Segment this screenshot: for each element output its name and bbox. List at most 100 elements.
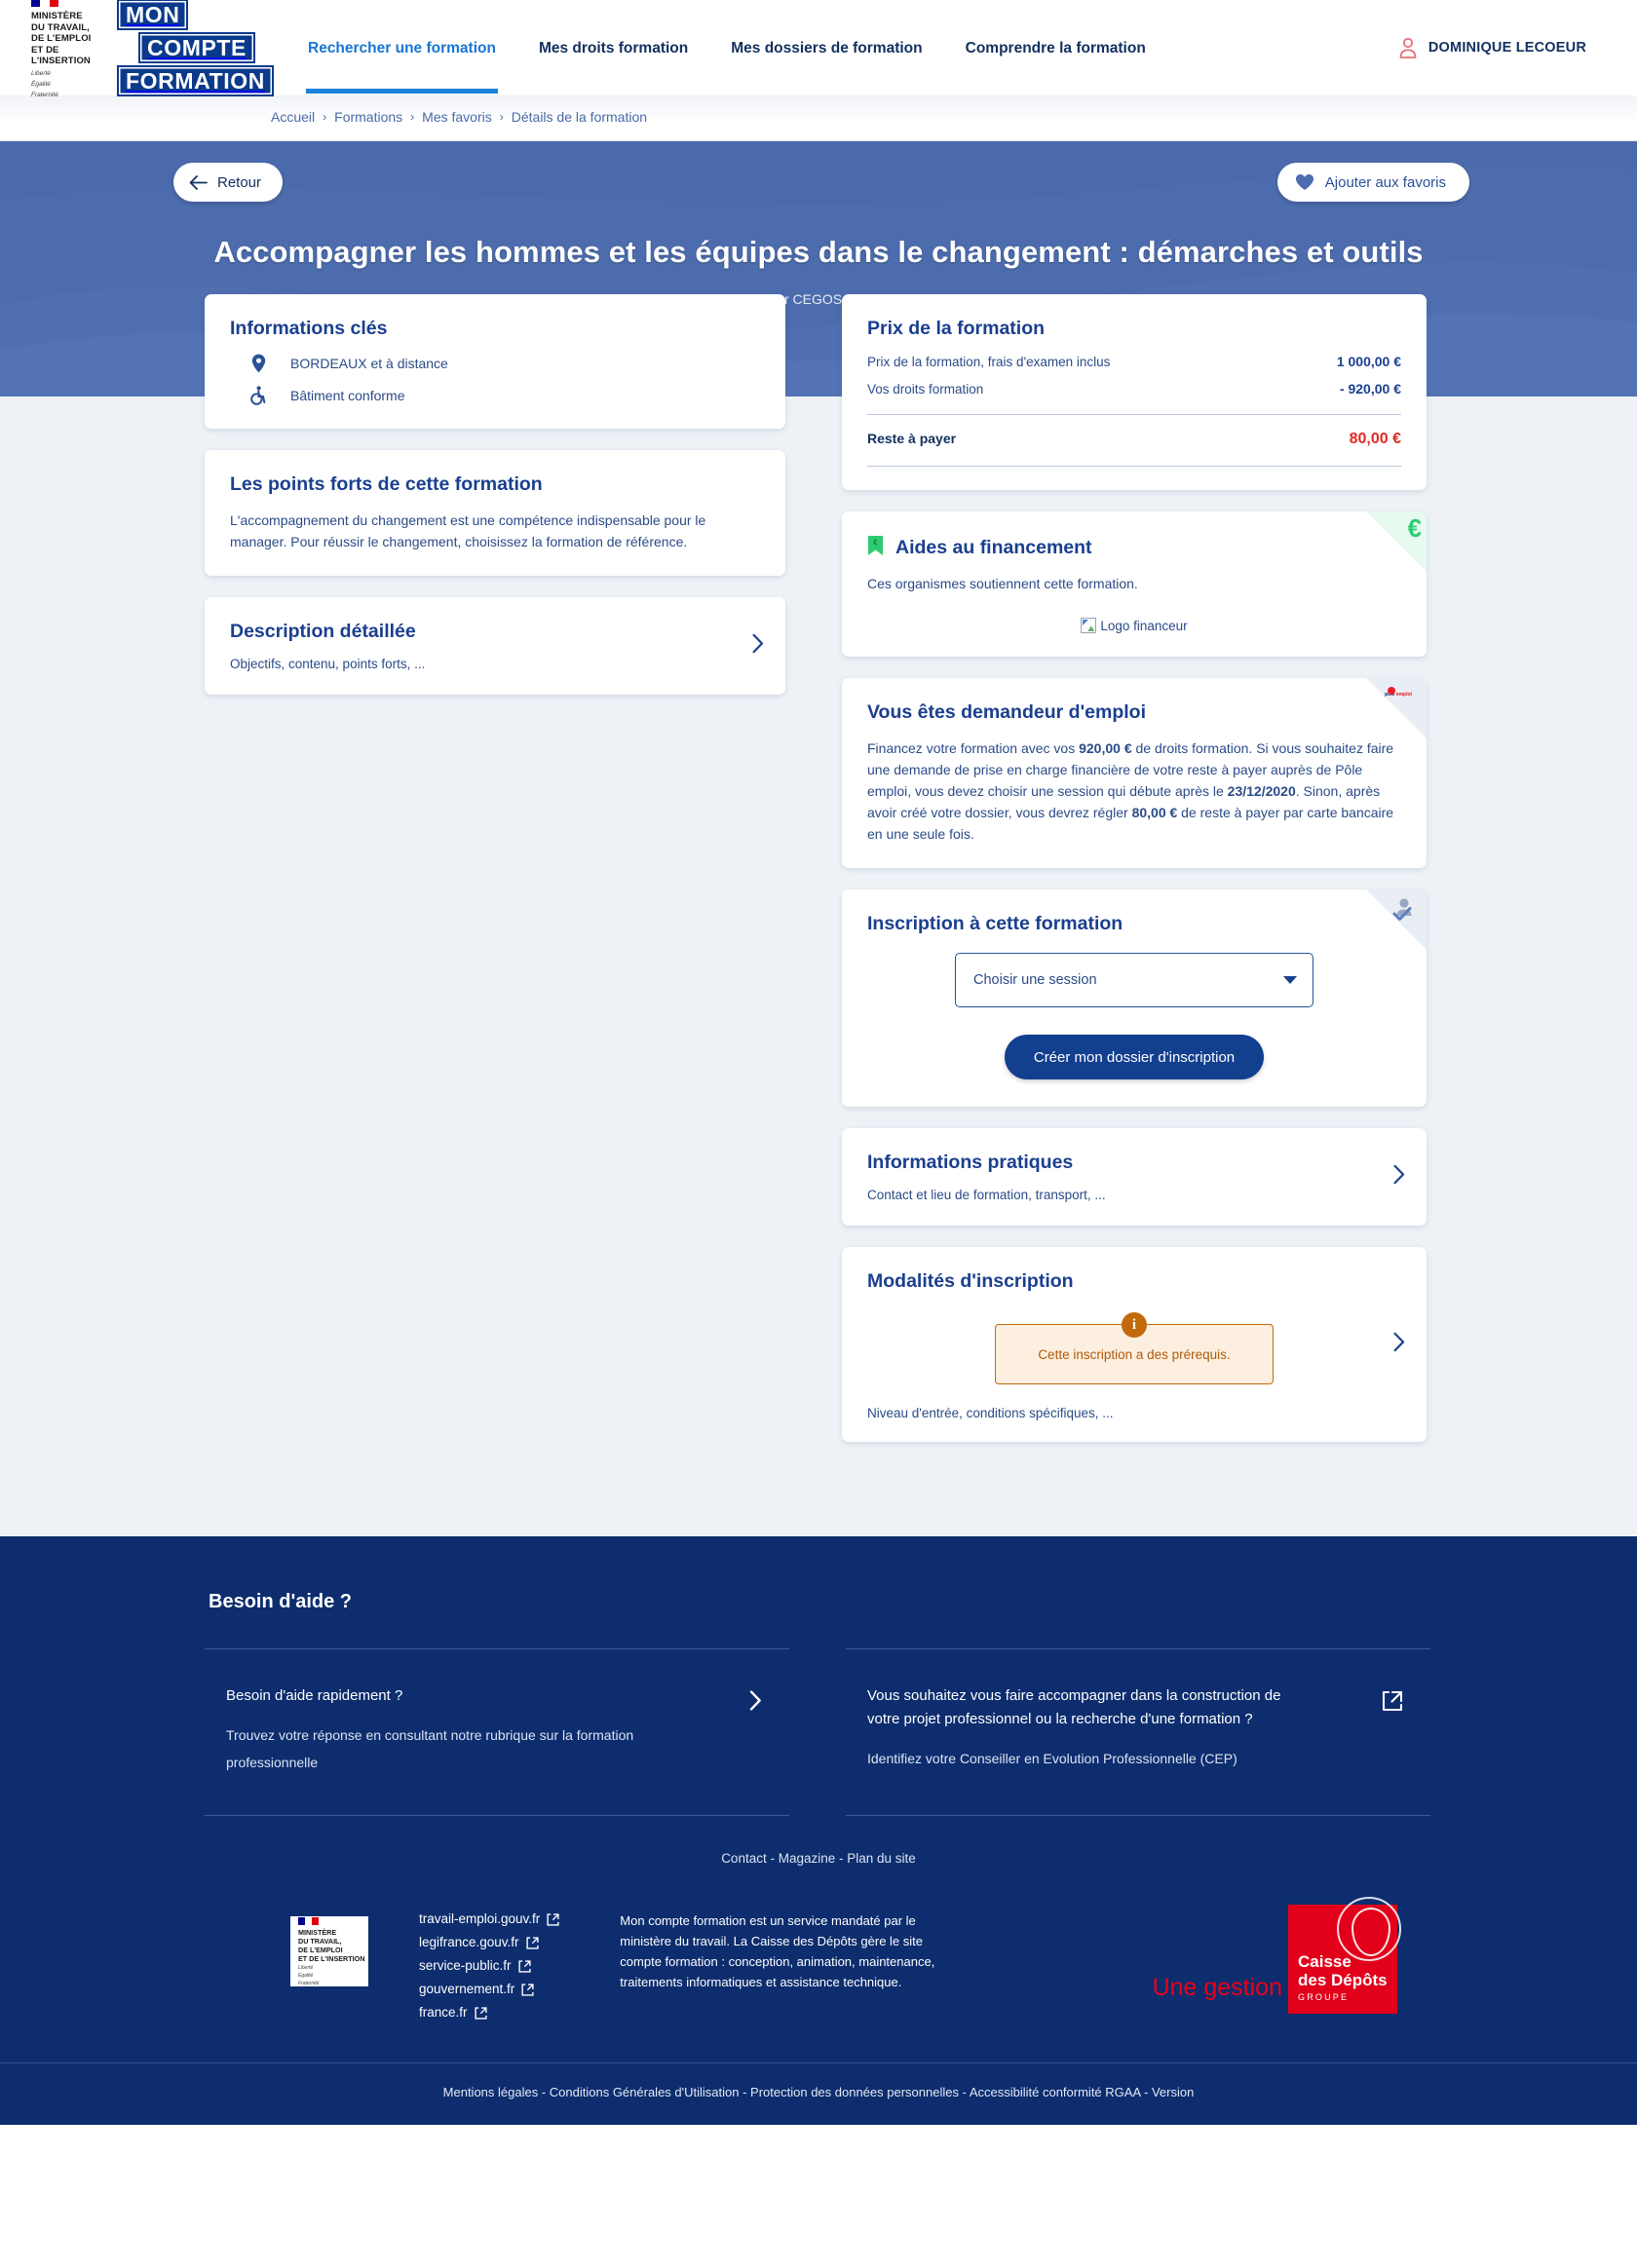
card-informations-cles: Informations clés BORDEAUX et à distance (205, 294, 785, 429)
card-title: Description détaillée (230, 621, 416, 642)
demandeur-text: Financez votre formation avec vos (867, 740, 1080, 756)
breadcrumb-separator-icon: › (410, 110, 415, 124)
help-card-quick-help[interactable]: Besoin d'aide rapidement ? Trouvez votre… (205, 1648, 789, 1816)
footer-link-magazine[interactable]: Magazine (779, 1851, 836, 1866)
help-section: Besoin d'aide ? Besoin d'aide rapidement… (205, 1536, 1432, 1826)
pole-emploi-logo: pôle emploi (1376, 683, 1421, 700)
legal-link-cgu[interactable]: Conditions Générales d'Utilisation (550, 2085, 740, 2099)
gov-link-label: gouvernement.fr (419, 1982, 515, 1996)
card-points-forts: Les points forts de cette formation L'ac… (205, 450, 785, 576)
breadcrumb-item-formations[interactable]: Formations (334, 109, 402, 125)
gov-link-travail-emploi[interactable]: travail-emploi.gouv.fr (419, 1909, 559, 1930)
broken-image-icon (1081, 618, 1097, 633)
price-total-row: Reste à payer 80,00 € (867, 431, 1401, 448)
chevron-right-icon[interactable] (749, 1690, 762, 1716)
footer-main: MINISTÈRE DU TRAVAIL, DE L'EMPLOI ET DE … (146, 1891, 1491, 2062)
cdc-line-2: des Dépôts (1298, 1971, 1388, 1989)
footer-ministry-line-3: DE L'EMPLOI (298, 1945, 343, 1954)
nav-item-rechercher-une-formation[interactable]: Rechercher une formation (306, 3, 498, 94)
gov-link-label: legifrance.gouv.fr (419, 1935, 519, 1949)
devise-line-3: Fraternité (31, 91, 58, 98)
help-card-title: Vous souhaitez vous faire accompagner da… (867, 1687, 1281, 1727)
card-subtitle: Niveau d'entrée, conditions spécifiques,… (867, 1406, 1114, 1420)
demandeur-highlight: 920,00 € (1079, 740, 1132, 756)
card-aides-au-financement: € € Aides au financement Ces organismes … (842, 511, 1427, 657)
gov-link-gouvernement[interactable]: gouvernement.fr (419, 1979, 559, 2000)
card-description-detaillee[interactable]: Description détaillée Objectifs, contenu… (205, 597, 785, 695)
card-inscription: Inscription à cette formation Choisir un… (842, 889, 1427, 1107)
points-forts-body: L'accompagnement du changement est une c… (230, 512, 706, 549)
nav-item-comprendre-la-formation[interactable]: Comprendre la formation (964, 3, 1148, 94)
caisse-des-depots-logo: Caisse des Dépôts GROUPE (1288, 1897, 1401, 2014)
legal-separator: - (538, 2085, 550, 2099)
devise-line-2: Égalité (31, 80, 51, 88)
create-enrollment-button[interactable]: Créer mon dossier d'inscription (1004, 1035, 1265, 1079)
content-columns: Informations clés BORDEAUX et à distance (205, 294, 1432, 1442)
gov-link-legifrance[interactable]: legifrance.gouv.fr (419, 1932, 559, 1953)
funding-bookmark-icon: € (867, 535, 884, 561)
accessibility-icon (247, 386, 269, 405)
help-card-description: Identifiez votre Conseiller en Evolution… (867, 1751, 1237, 1766)
external-link-icon (521, 1983, 534, 1996)
funding-corner-ribbon: € (1366, 511, 1427, 572)
site-footer: Besoin d'aide ? Besoin d'aide rapidement… (0, 1536, 1637, 2125)
help-card-cep[interactable]: Vous souhaitez vous faire accompagner da… (846, 1648, 1430, 1816)
brand-line-1: MON (117, 0, 189, 30)
breadcrumb-separator-icon: › (323, 110, 327, 124)
aides-header: € Aides au financement (867, 535, 1401, 561)
add-to-favorites-button[interactable]: Ajouter aux favoris (1276, 163, 1469, 202)
legal-link-protection-donnees[interactable]: Protection des données personnelles (750, 2085, 959, 2099)
external-link-icon (525, 1936, 539, 1949)
card-modalites-inscription[interactable]: Modalités d'inscription i Cette inscript… (842, 1247, 1427, 1442)
breadcrumb-item-accueil[interactable]: Accueil (271, 109, 315, 125)
mon-compte-formation-logo[interactable]: MON COMPTE FORMATION (117, 0, 274, 96)
price-row-droits: Vos droits formation - 920,00 € (867, 381, 1401, 397)
external-link-icon[interactable] (1382, 1690, 1403, 1717)
main-content: Informations clés BORDEAUX et à distance (0, 294, 1637, 1536)
left-column: Informations clés BORDEAUX et à distance (205, 294, 785, 695)
footer-link-separator: - (835, 1851, 848, 1866)
footer-link-contact[interactable]: Contact (721, 1851, 767, 1866)
breadcrumb: Accueil › Formations › Mes favoris › Dét… (205, 109, 1432, 125)
card-subtitle: Objectifs, contenu, points forts, ... (230, 657, 426, 671)
external-link-icon (517, 1959, 531, 1973)
nav-item-mes-dossiers-de-formation[interactable]: Mes dossiers de formation (729, 3, 924, 94)
legal-links: Mentions légales - Conditions Générales … (0, 2062, 1637, 2125)
ministry-logo-line-4: ET DE L'INSERTION (31, 44, 91, 67)
breadcrumb-item-mes-favoris[interactable]: Mes favoris (422, 109, 492, 125)
gov-link-service-public[interactable]: service-public.fr (419, 1955, 559, 1977)
card-title: Informations clés (230, 318, 388, 339)
help-cards: Besoin d'aide rapidement ? Trouvez votre… (205, 1648, 1432, 1816)
footer-link-plan-du-site[interactable]: Plan du site (847, 1851, 916, 1866)
french-flag-icon (31, 0, 58, 8)
right-column: Prix de la formation Prix de la formatio… (842, 294, 1427, 1442)
price-row-formation: Prix de la formation, frais d'examen inc… (867, 354, 1401, 369)
info-icon: i (1122, 1312, 1147, 1338)
gov-link-france[interactable]: france.fr (419, 2002, 559, 2023)
page-title: Accompagner les hommes et les équipes da… (213, 235, 1424, 269)
legal-link-version[interactable]: Version (1152, 2085, 1194, 2099)
une-gestion-text: Une gestion (1152, 1974, 1282, 2001)
hero-content: Retour Ajouter aux favoris Accompagner l… (136, 141, 1501, 307)
chevron-right-icon (752, 633, 764, 659)
cdc-seal-icon (1337, 1897, 1401, 1961)
ministry-logo-line-1: MINISTÈRE (31, 11, 83, 22)
card-demandeur-emploi: pôle emploi Vous êtes demandeur d'emploi… (842, 678, 1427, 868)
chevron-right-icon (1393, 1332, 1405, 1357)
info-row-accessibility-text: Bâtiment conforme (290, 388, 405, 403)
caisse-des-depots-block: Une gestion Caisse des Dépôts GROUPE (1152, 1897, 1491, 2014)
session-select[interactable]: Choisir une session (955, 953, 1313, 1007)
heart-icon (1295, 174, 1313, 190)
session-select-value: Choisir une session (973, 972, 1097, 988)
legal-link-accessibilite[interactable]: Accessibilité conformité RGAA (970, 2085, 1141, 2099)
user-menu[interactable]: DOMINIQUE LECOEUR (1398, 37, 1586, 58)
legal-link-mentions-legales[interactable]: Mentions légales (443, 2085, 539, 2099)
nav-item-mes-droits-formation[interactable]: Mes droits formation (537, 3, 690, 94)
help-section-title: Besoin d'aide ? (209, 1591, 353, 1612)
back-button[interactable]: Retour (173, 163, 284, 202)
card-informations-pratiques[interactable]: Informations pratiques Contact et lieu d… (842, 1128, 1427, 1226)
gov-link-label: service-public.fr (419, 1958, 512, 1973)
breadcrumb-item-current: Détails de la formation (511, 109, 648, 125)
french-flag-icon (298, 1916, 319, 1925)
aides-body: Ces organismes soutiennent cette formati… (867, 576, 1138, 591)
